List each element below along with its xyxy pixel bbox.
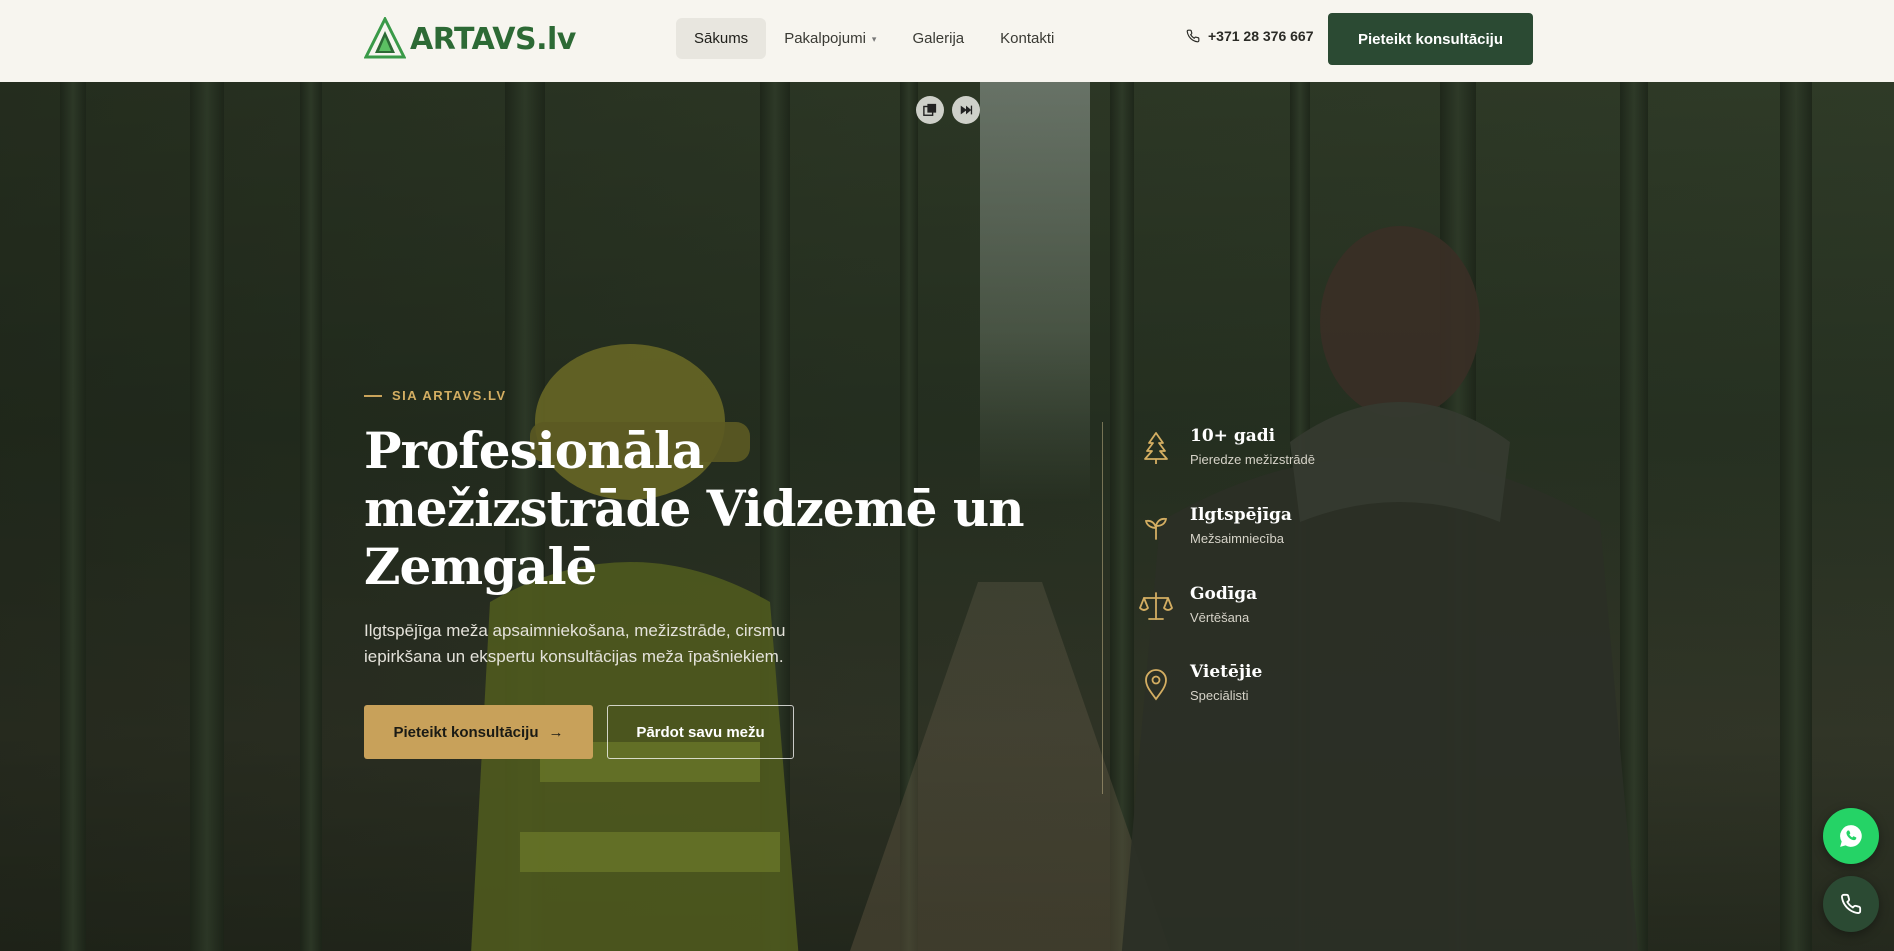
phone-number: +371 28 376 667 [1208,28,1314,44]
logo[interactable]: ARTAVS.lv [364,17,576,61]
phone-icon [1186,29,1200,43]
logo-text: ARTAVS.lv [410,21,576,57]
tree-icon [1144,432,1168,464]
phone-link[interactable]: +371 28 376 667 [1186,28,1314,44]
forester-back-image [1121,226,1639,951]
skip-button[interactable] [952,96,980,124]
sprout-icon [1144,517,1168,540]
site-header: ARTAVS.lv Sākums Pakalpojumi ▾ Galerija K… [0,0,1894,82]
feature-sustainable: Ilgtspējīga Mežsaimniecība [1138,503,1292,546]
eyebrow-text: SIA ARTAVS.LV [392,388,507,403]
eyebrow-line [364,394,382,397]
feature-subtitle: Pieredze mežizstrādē [1190,452,1315,467]
sell-forest-button[interactable]: Pārdot savu mežu [607,705,794,759]
feature-subtitle: Speciālisti [1190,688,1249,703]
call-button[interactable] [1823,876,1879,932]
scales-icon [1139,592,1173,620]
picture-in-picture-icon [923,103,937,116]
feature-fair: Godīga Vērtēšana [1138,582,1257,625]
header-cta-button[interactable]: Pieteikt konsultāciju [1328,13,1533,65]
feature-title: Godīga [1190,584,1258,604]
pip-button[interactable] [916,96,944,124]
feature-local: Vietējie Speciālisti [1138,660,1262,703]
nav-item-sakums[interactable]: Sākums [676,18,767,59]
skip-forward-icon [960,105,973,115]
hero-headline: Profesionāla mežizstrāde Vidzemē un Zemg… [364,421,1025,596]
background-tree [190,82,224,951]
whatsapp-icon [1840,825,1862,847]
background-tree [300,82,322,951]
arrow-right-icon: → [548,723,564,741]
feature-title: Ilgtspējīga [1190,505,1292,525]
hero-section: SIA ARTAVS.LV Profesionāla mežizstrāde V… [0,82,1894,951]
hero-eyebrow: SIA ARTAVS.LV [364,388,507,403]
feature-subtitle: Mežsaimniecība [1190,531,1284,546]
chevron-down-icon: ▾ [871,33,877,44]
map-pin-icon [1145,669,1167,701]
media-controls [916,96,980,124]
features-divider [1102,422,1103,794]
main-nav: Sākums Pakalpojumi ▾ Galerija Kontakti [676,18,1072,59]
background-tree [1780,82,1812,951]
feature-experience: 10+ gadi Pieredze mežizstrādē [1138,424,1315,467]
worker-in-hardhat-image [471,344,799,951]
nav-item-pakalpojumi[interactable]: Pakalpojumi ▾ [766,18,894,59]
feature-subtitle: Vērtēšana [1190,610,1250,625]
nav-item-kontakti[interactable]: Kontakti [982,18,1072,59]
logo-tree-icon [364,17,406,59]
consultation-button-label: Pieteikt konsultāciju [393,723,539,741]
nav-item-label: Pakalpojumi [784,30,866,47]
feature-title: 10+ gadi [1190,426,1276,446]
background-tree [60,82,86,951]
phone-icon [1841,893,1862,914]
hero-subtext: Ilgtspējīga meža apsaimniekošana, mežizs… [364,621,786,666]
nav-item-galerija[interactable]: Galerija [894,18,982,59]
feature-title: Vietējie [1190,662,1263,682]
consultation-button[interactable]: Pieteikt konsultāciju → [364,705,593,759]
whatsapp-button[interactable] [1823,808,1879,864]
